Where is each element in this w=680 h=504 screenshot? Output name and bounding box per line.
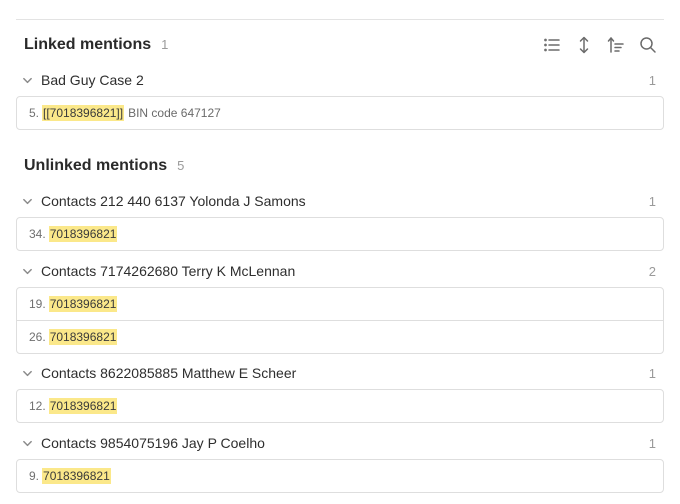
result-row[interactable]: 26. 7018396821: [17, 320, 663, 353]
unlinked-results: 9. 7018396821: [16, 459, 664, 493]
chevron-down-icon[interactable]: [20, 73, 34, 87]
group-count: 1: [648, 365, 656, 381]
linked-mentions-title: Linked mentions: [24, 36, 152, 53]
unlinked-results: 19. 7018396821 26. 7018396821: [16, 287, 664, 354]
result-text: BIN code 647127: [128, 106, 221, 120]
linked-mentions-header: Linked mentions 1: [24, 36, 168, 60]
chevron-down-icon[interactable]: [20, 436, 34, 450]
group-count: 2: [648, 263, 656, 279]
unlinked-match: 7018396821: [48, 296, 118, 312]
chevron-down-icon[interactable]: [20, 366, 34, 380]
linked-match[interactable]: [[7018396821]]: [42, 105, 125, 121]
result-row[interactable]: 34. 7018396821: [17, 218, 663, 250]
linked-mentions-count: 1: [161, 37, 169, 52]
unlinked-results: 12. 7018396821: [16, 389, 664, 423]
unlinked-group-header[interactable]: Contacts 9854075196 Jay P Coelho 1: [20, 432, 660, 454]
result-row[interactable]: 12. 7018396821: [17, 390, 663, 422]
linked-results: 5. [[7018396821]] BIN code 647127: [16, 96, 664, 130]
unlinked-match: 7018396821: [48, 226, 118, 242]
unlinked-group-header[interactable]: Contacts 7174262680 Terry K McLennan 2: [20, 260, 660, 282]
line-number: 26.: [29, 330, 46, 344]
search-icon[interactable]: [638, 34, 658, 56]
unlinked-match: 7018396821: [42, 468, 111, 484]
group-title[interactable]: Contacts 8622085885 Matthew E Scheer: [41, 365, 296, 381]
result-row[interactable]: 5. [[7018396821]] BIN code 647127: [17, 97, 663, 129]
line-number: 9.: [29, 469, 40, 483]
unlinked-mentions-header: Unlinked mentions 5: [24, 157, 184, 181]
chevron-down-icon[interactable]: [20, 194, 34, 208]
expand-vertical-icon[interactable]: [574, 34, 594, 56]
result-row[interactable]: 9. 7018396821: [17, 460, 663, 492]
group-title[interactable]: Contacts 212 440 6137 Yolonda J Samons: [41, 193, 306, 209]
linked-group-header[interactable]: Bad Guy Case 2 1: [20, 69, 660, 91]
line-number: 12.: [29, 399, 46, 413]
unlinked-group-header[interactable]: Contacts 8622085885 Matthew E Scheer 1: [20, 362, 660, 384]
chevron-down-icon[interactable]: [20, 264, 34, 278]
group-count: 1: [648, 193, 656, 209]
list-icon[interactable]: [542, 34, 562, 56]
unlinked-match: 7018396821: [48, 398, 118, 414]
unlinked-mentions-count: 5: [177, 158, 185, 173]
unlinked-match: 7018396821: [48, 329, 118, 345]
line-number: 19.: [29, 297, 46, 311]
top-divider: [16, 19, 664, 20]
unlinked-mentions-title: Unlinked mentions: [24, 157, 168, 174]
group-title[interactable]: Contacts 7174262680 Terry K McLennan: [41, 263, 295, 279]
unlinked-results: 34. 7018396821: [16, 217, 664, 251]
line-number: 34.: [29, 227, 46, 241]
group-title[interactable]: Bad Guy Case 2: [41, 72, 144, 88]
result-row[interactable]: 19. 7018396821: [17, 288, 663, 320]
backlinks-toolbar: [542, 34, 658, 56]
group-count: 1: [648, 72, 656, 88]
group-title[interactable]: Contacts 9854075196 Jay P Coelho: [41, 435, 265, 451]
group-count: 1: [648, 435, 656, 451]
unlinked-group-header[interactable]: Contacts 212 440 6137 Yolonda J Samons 1: [20, 190, 660, 212]
line-number: 5.: [29, 106, 40, 120]
sort-icon[interactable]: [606, 34, 626, 56]
